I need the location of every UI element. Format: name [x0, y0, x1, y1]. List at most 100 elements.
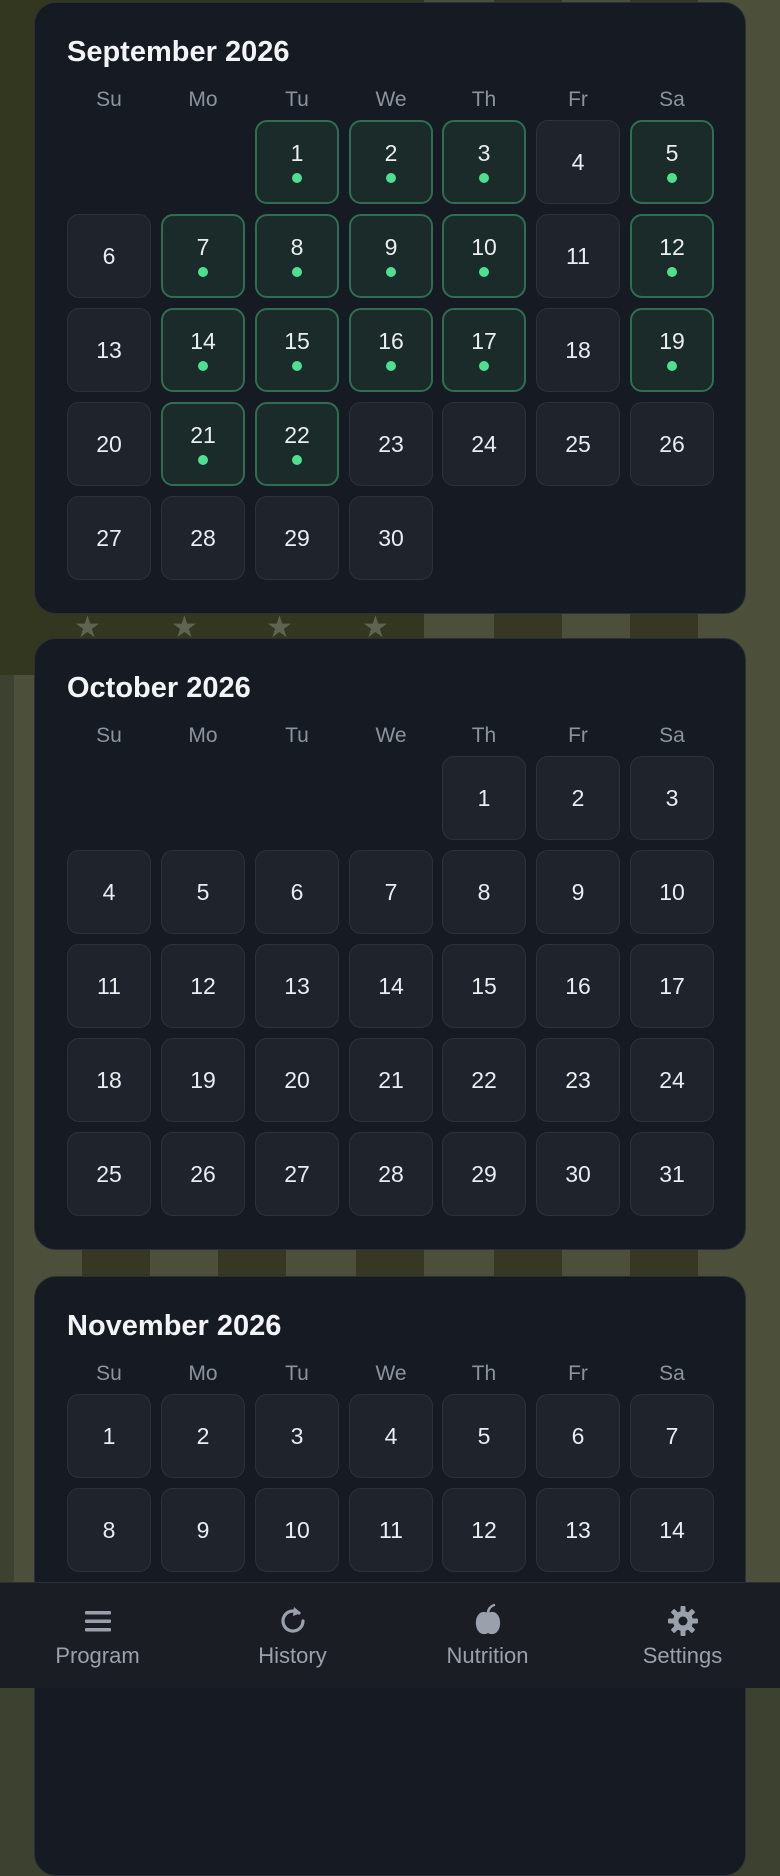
day-cell[interactable]: 14	[349, 944, 433, 1028]
day-cell[interactable]: 12	[161, 944, 245, 1028]
day-cell[interactable]: 23	[536, 1038, 620, 1122]
day-cell[interactable]: 21	[349, 1038, 433, 1122]
day-cell[interactable]: 24	[630, 1038, 714, 1122]
day-cell[interactable]: 30	[536, 1132, 620, 1216]
day-cell[interactable]: 18	[67, 1038, 151, 1122]
day-cell[interactable]: 31	[630, 1132, 714, 1216]
day-cell[interactable]: 5	[442, 1394, 526, 1478]
nav-nutrition[interactable]: Nutrition	[390, 1583, 585, 1688]
day-cell[interactable]: 26	[161, 1132, 245, 1216]
day-cell[interactable]: 30	[349, 496, 433, 580]
day-cell[interactable]: 28	[161, 496, 245, 580]
day-cell-completed[interactable]: 8	[255, 214, 339, 298]
day-number: 10	[284, 1517, 310, 1543]
day-cell[interactable]: 13	[255, 944, 339, 1028]
day-cell-completed[interactable]: 19	[630, 308, 714, 392]
day-cell[interactable]: 24	[442, 402, 526, 486]
day-cell[interactable]: 28	[349, 1132, 433, 1216]
day-cell[interactable]: 5	[161, 850, 245, 934]
day-cell[interactable]: 4	[67, 850, 151, 934]
nav-settings[interactable]: Settings	[585, 1583, 780, 1688]
day-number: 5	[665, 140, 679, 166]
day-cell-completed[interactable]: 1	[255, 120, 339, 204]
weekday-header: Su	[96, 88, 122, 111]
day-cell-completed[interactable]: 9	[349, 214, 433, 298]
day-cell[interactable]: 15	[442, 944, 526, 1028]
day-cell[interactable]: 14	[630, 1488, 714, 1572]
day-cell[interactable]: 20	[67, 402, 151, 486]
nav-history[interactable]: History	[195, 1583, 390, 1688]
day-cell[interactable]: 25	[536, 402, 620, 486]
day-number: 1	[477, 785, 491, 811]
day-cell[interactable]: 10	[630, 850, 714, 934]
month-card: November 2026 Su Mo Tu We Th Fr Sa 1 2 3 4 5 6 7 8 9 10 11…	[34, 1276, 746, 1876]
day-cell[interactable]: 11	[67, 944, 151, 1028]
day-cell-completed[interactable]: 5	[630, 120, 714, 204]
day-cell-completed[interactable]: 21	[161, 402, 245, 486]
day-cell[interactable]: 7	[349, 850, 433, 934]
day-cell[interactable]: 11	[349, 1488, 433, 1572]
day-cell[interactable]: 16	[536, 944, 620, 1028]
day-cell[interactable]: 13	[67, 308, 151, 392]
day-cell[interactable]: 27	[67, 496, 151, 580]
day-cell[interactable]: 1	[67, 1394, 151, 1478]
day-cell[interactable]: 8	[442, 850, 526, 934]
day-cell-completed[interactable]: 12	[630, 214, 714, 298]
day-number: 2	[196, 1423, 210, 1449]
day-cell-completed[interactable]: 7	[161, 214, 245, 298]
day-cell[interactable]: 29	[442, 1132, 526, 1216]
day-cell[interactable]: 10	[255, 1488, 339, 1572]
day-number: 30	[565, 1161, 591, 1187]
day-cell[interactable]: 19	[161, 1038, 245, 1122]
day-cell[interactable]: 4	[349, 1394, 433, 1478]
day-cell[interactable]: 23	[349, 402, 433, 486]
weekday-header: Tu	[285, 1362, 309, 1385]
weekday-header: Fr	[568, 88, 588, 111]
day-number: 15	[471, 973, 497, 999]
day-number: 7	[384, 879, 398, 905]
day-cell-completed[interactable]: 3	[442, 120, 526, 204]
day-cell-completed[interactable]: 2	[349, 120, 433, 204]
month-title: November 2026	[67, 1310, 282, 1342]
day-cell[interactable]: 9	[161, 1488, 245, 1572]
day-cell[interactable]: 18	[536, 308, 620, 392]
day-cell-completed[interactable]: 15	[255, 308, 339, 392]
day-cell[interactable]: 29	[255, 496, 339, 580]
day-cell[interactable]: 6	[255, 850, 339, 934]
weekday-header: Fr	[568, 1362, 588, 1385]
day-cell[interactable]: 6	[67, 214, 151, 298]
day-cell-completed[interactable]: 14	[161, 308, 245, 392]
day-cell[interactable]: 4	[536, 120, 620, 204]
day-cell[interactable]: 2	[161, 1394, 245, 1478]
weekday-header: Sa	[659, 88, 685, 111]
day-cell-completed[interactable]: 22	[255, 402, 339, 486]
day-cell[interactable]: 1	[442, 756, 526, 840]
day-cell[interactable]: 6	[536, 1394, 620, 1478]
day-cell[interactable]: 11	[536, 214, 620, 298]
day-cell[interactable]: 2	[536, 756, 620, 840]
day-cell-completed[interactable]: 16	[349, 308, 433, 392]
day-cell-completed[interactable]: 10	[442, 214, 526, 298]
workout-dot-indicator	[386, 173, 396, 183]
day-cell[interactable]: 3	[255, 1394, 339, 1478]
day-cell[interactable]: 22	[442, 1038, 526, 1122]
day-cell[interactable]: 8	[67, 1488, 151, 1572]
day-cell[interactable]: 27	[255, 1132, 339, 1216]
day-number: 3	[477, 140, 491, 166]
day-cell[interactable]: 3	[630, 756, 714, 840]
day-number: 4	[102, 879, 116, 905]
day-cell[interactable]: 12	[442, 1488, 526, 1572]
day-cell[interactable]: 20	[255, 1038, 339, 1122]
day-number: 9	[571, 879, 585, 905]
day-cell-completed[interactable]: 17	[442, 308, 526, 392]
day-number: 14	[378, 973, 404, 999]
day-cell[interactable]: 17	[630, 944, 714, 1028]
day-cell[interactable]: 26	[630, 402, 714, 486]
nav-program[interactable]: Program	[0, 1583, 195, 1688]
day-cell[interactable]: 13	[536, 1488, 620, 1572]
day-number: 29	[471, 1161, 497, 1187]
day-cell[interactable]: 25	[67, 1132, 151, 1216]
day-cell[interactable]: 7	[630, 1394, 714, 1478]
day-cell[interactable]: 9	[536, 850, 620, 934]
weekday-header: Th	[471, 724, 497, 747]
